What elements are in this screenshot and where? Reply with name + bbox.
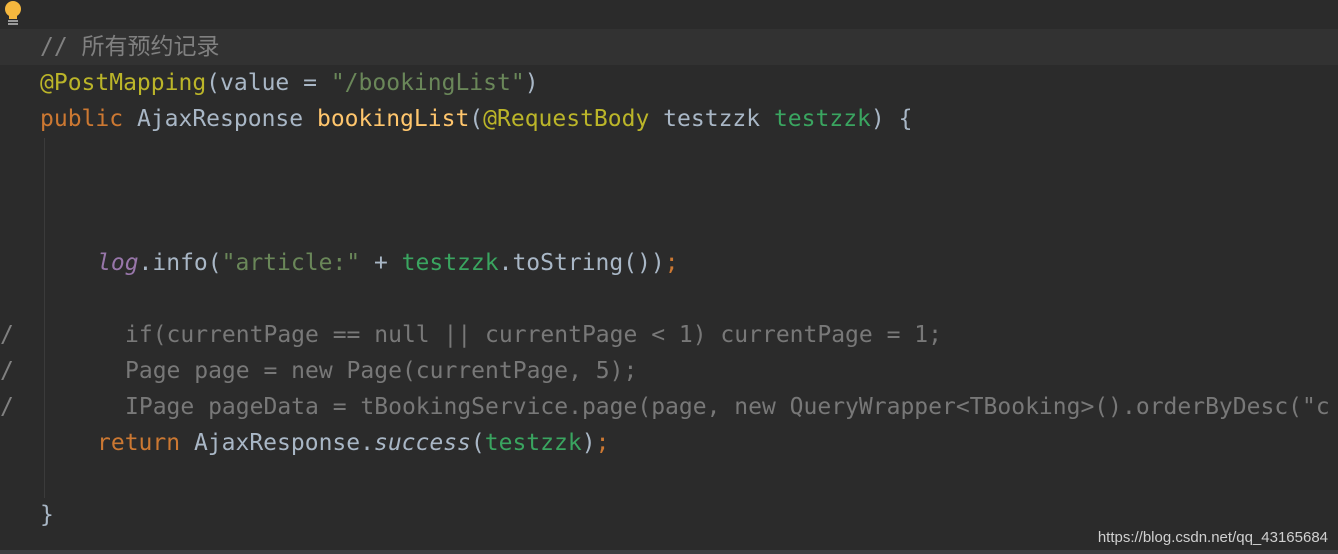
annotation-value: "/bookingList" [330, 70, 525, 96]
comment-marker: / [0, 358, 14, 384]
return-class: AjaxResponse. [180, 430, 374, 456]
return-method: success [373, 430, 471, 456]
return-close: ) [581, 430, 596, 456]
log-string: "article:" [221, 250, 361, 276]
comment-text: // 所有预约记录 [40, 34, 220, 60]
comment-marker: / [0, 394, 14, 420]
commented-code-3: IPage pageData = tBookingService.page(pa… [125, 394, 1330, 420]
signature-close: ) { [870, 106, 913, 132]
code-line-comment[interactable]: // 所有预约记录 [0, 29, 1338, 65]
annotation-param: value [220, 70, 290, 96]
return-type: AjaxResponse [123, 106, 317, 132]
modifier: public [40, 106, 124, 132]
watermark: https://blog.csdn.net/qq_43165684 [1097, 529, 1328, 546]
code-line-signature[interactable]: public AjaxResponse bookingList(@Request… [0, 101, 1338, 137]
bottom-edge [0, 550, 1338, 554]
return-var: testzzk [484, 430, 582, 456]
closing-brace: } [40, 502, 54, 528]
code-line-closing-brace[interactable]: } [0, 497, 1338, 533]
param-annotation: @RequestBody [483, 106, 650, 132]
code-line-return[interactable]: return AjaxResponse.success(testzzk); [0, 425, 1338, 461]
commented-code-1: if(currentPage == null || currentPage < … [125, 322, 942, 348]
signature-code: public AjaxResponse bookingList(@Request… [40, 101, 912, 137]
annotation-close: ) [524, 70, 539, 96]
method-name: bookingList [316, 106, 470, 132]
code-line-annotation[interactable]: @PostMapping(value = "/bookingList") [0, 65, 1338, 101]
log-plus: + [360, 250, 402, 276]
code-line-commented-2[interactable]: / Page page = new Page(currentPage, 5); [0, 353, 1338, 389]
log-field: log [97, 250, 139, 276]
log-info: .info( [138, 250, 222, 276]
log-semicolon: ; [664, 250, 679, 276]
return-code: return AjaxResponse.success(testzzk); [97, 425, 609, 461]
return-open: ( [470, 430, 485, 456]
signature-open: ( [469, 106, 484, 132]
code-line-commented-1[interactable]: / if(currentPage == null || currentPage … [0, 317, 1338, 353]
commented-code-2: Page page = new Page(currentPage, 5); [125, 358, 638, 384]
param-name: testzzk [773, 106, 871, 132]
code-line-log[interactable]: log.info("article:" + testzzk.toString()… [0, 245, 1338, 281]
annotation-eq: = [289, 70, 331, 96]
annotation-open: ( [206, 70, 221, 96]
lightbulb-icon[interactable] [2, 0, 24, 28]
code-editor[interactable]: // 所有预约记录 @PostMapping(value = "/booking… [0, 0, 1338, 554]
comment-marker: / [0, 322, 14, 348]
log-code: log.info("article:" + testzzk.toString()… [97, 245, 679, 281]
annotation-code: @PostMapping(value = "/bookingList") [40, 65, 539, 101]
annotation-name: @PostMapping [40, 70, 207, 96]
return-keyword: return [97, 430, 181, 456]
param-type: testzzk [649, 106, 774, 132]
code-line-commented-3[interactable]: / IPage pageData = tBookingService.page(… [0, 389, 1338, 425]
return-semicolon: ; [595, 430, 610, 456]
log-var: testzzk [401, 250, 499, 276]
log-rest: .toString()) [498, 250, 665, 276]
